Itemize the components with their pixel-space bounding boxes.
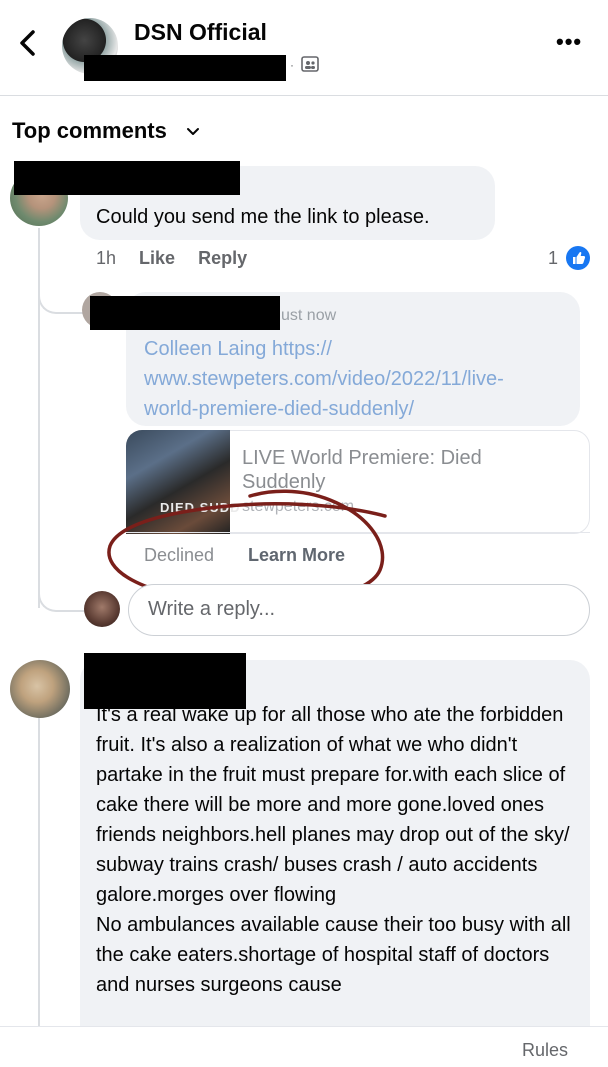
redacted-block <box>90 296 280 330</box>
like-icon[interactable] <box>566 246 590 270</box>
redacted-block <box>14 161 240 195</box>
footer-bar <box>0 1026 608 1067</box>
reply-text-link[interactable]: Colleen Laing https:// www.stewpeters.co… <box>144 334 574 424</box>
thread-line <box>38 706 40 1036</box>
reply-time: ust now <box>281 307 337 324</box>
commenter-avatar[interactable] <box>10 660 70 718</box>
reply-button[interactable]: Reply <box>198 248 247 268</box>
back-icon[interactable] <box>14 26 44 60</box>
current-user-avatar <box>84 591 120 627</box>
like-button[interactable]: Like <box>139 248 175 268</box>
group-audience-icon <box>301 55 319 73</box>
comments-filter-label[interactable]: Top comments <box>12 118 167 144</box>
more-horizontal-icon[interactable]: ••• <box>556 30 588 54</box>
comment-text: Could you send me the link to please. <box>96 206 430 228</box>
comment-text: It's a real wake up for all those who at… <box>96 704 571 996</box>
chevron-down-icon[interactable] <box>185 124 201 140</box>
comment-time[interactable]: 1h <box>96 248 116 268</box>
separator-dot: · <box>290 58 294 72</box>
reaction-count[interactable]: 1 <box>548 248 558 269</box>
reply-input-placeholder[interactable]: Write a reply... <box>148 598 275 621</box>
thread-connector <box>38 280 86 314</box>
comment-actions: 1h Like Reply <box>96 248 265 269</box>
thread-connector <box>38 580 86 612</box>
page-title[interactable]: DSN Official <box>134 19 267 46</box>
redacted-block <box>84 653 246 709</box>
redacted-block <box>84 55 286 81</box>
rules-link[interactable]: Rules <box>522 1040 568 1061</box>
